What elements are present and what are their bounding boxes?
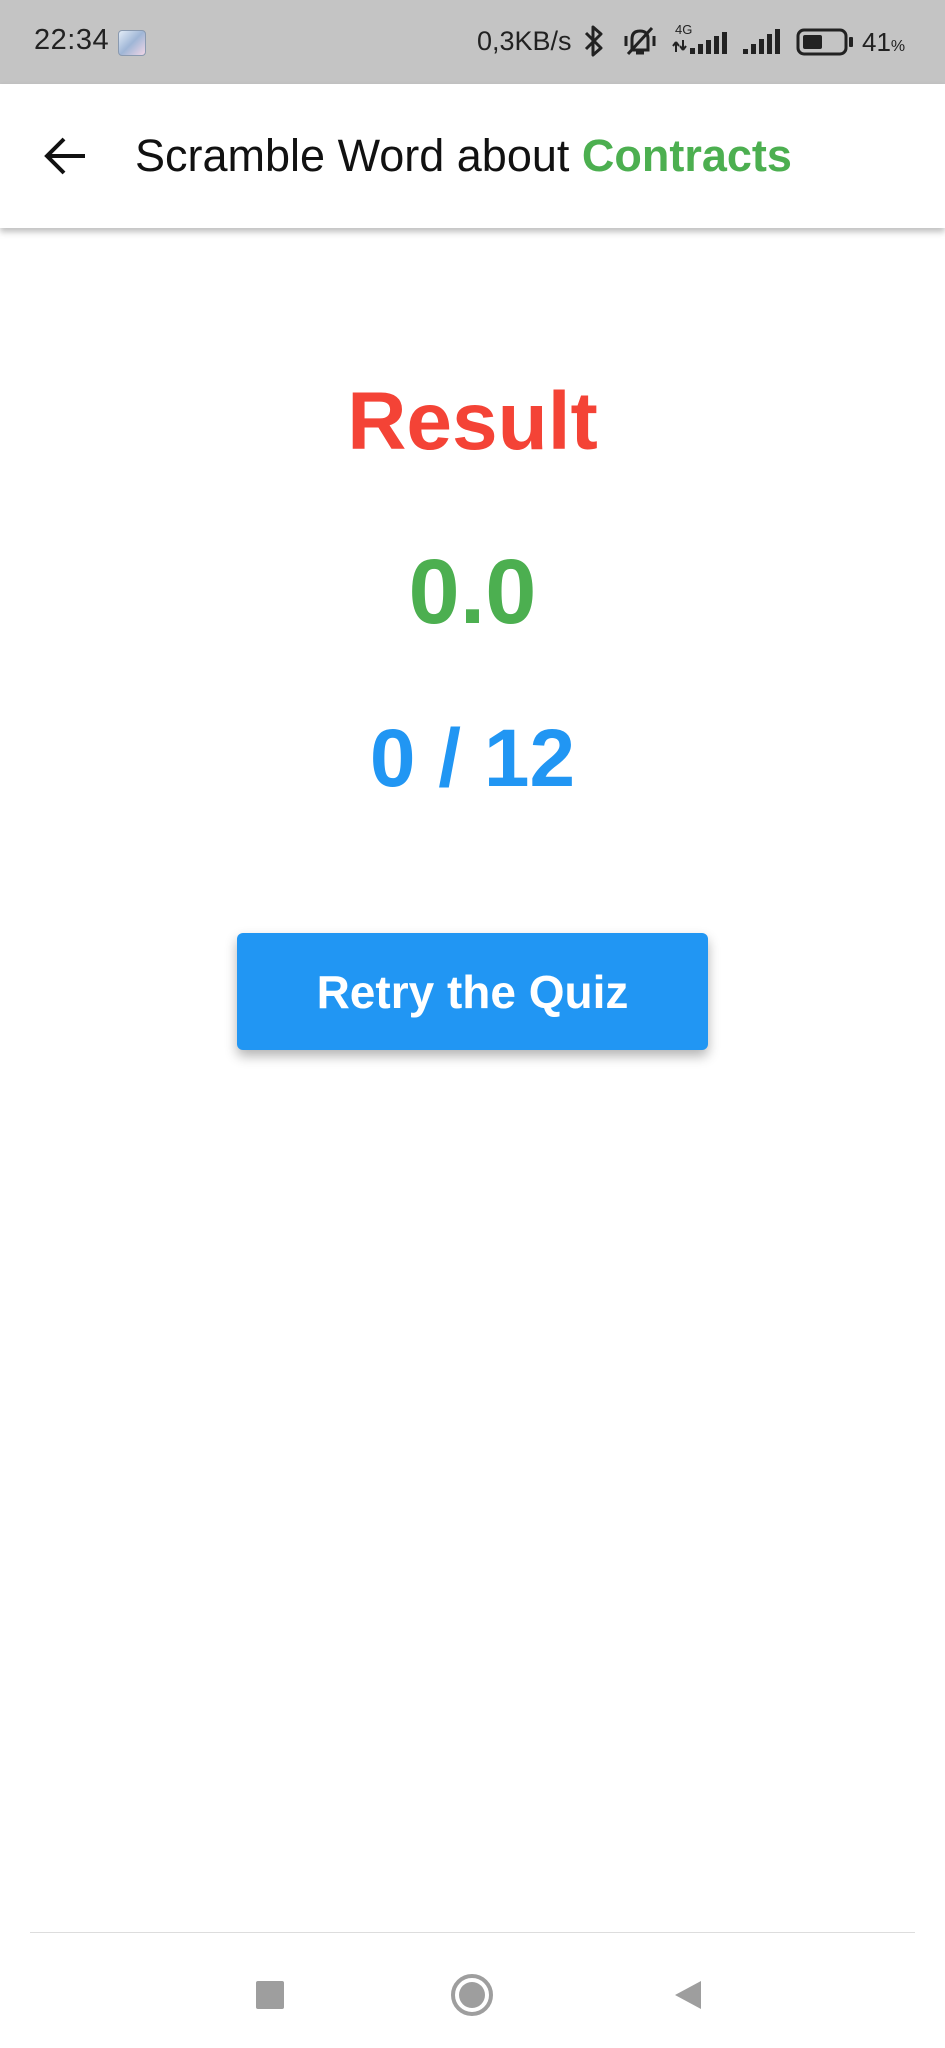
bluetooth-icon [582, 24, 606, 63]
page-title: Scramble Word about Contracts [135, 130, 792, 182]
page-title-prefix: Scramble Word about [135, 130, 582, 181]
signal-icon [742, 22, 784, 63]
signal-4g-icon: 4G [672, 22, 734, 63]
nav-divider [30, 1932, 915, 1933]
network-type-label: 4G [675, 22, 692, 37]
status-bar: 22:34 0,3KB/s 4G 41% [0, 0, 945, 84]
battery-icon [796, 28, 856, 61]
vibrate-off-icon [620, 24, 660, 63]
nav-back-button[interactable] [653, 1960, 723, 2030]
back-button[interactable] [36, 126, 96, 186]
status-time: 22:34 [34, 24, 110, 56]
result-heading: Result [347, 376, 598, 467]
arrow-back-icon [44, 137, 85, 175]
battery-percent: 41% [862, 27, 906, 57]
home-button[interactable] [437, 1960, 507, 2030]
recents-button[interactable] [235, 1960, 305, 2030]
net-speed: 0,3KB/s [477, 26, 572, 56]
anime-avatar-icon [118, 30, 146, 56]
app-bar: Scramble Word about Contracts [0, 84, 945, 228]
retry-quiz-button[interactable]: Retry the Quiz [237, 933, 708, 1050]
result-count: 0 / 12 [369, 713, 576, 804]
result-score: 0.0 [408, 541, 537, 643]
recents-icon [256, 1981, 284, 2009]
page-title-topic: Contracts [581, 130, 792, 181]
home-icon [451, 1974, 493, 2016]
back-triangle-icon [675, 1981, 701, 2009]
